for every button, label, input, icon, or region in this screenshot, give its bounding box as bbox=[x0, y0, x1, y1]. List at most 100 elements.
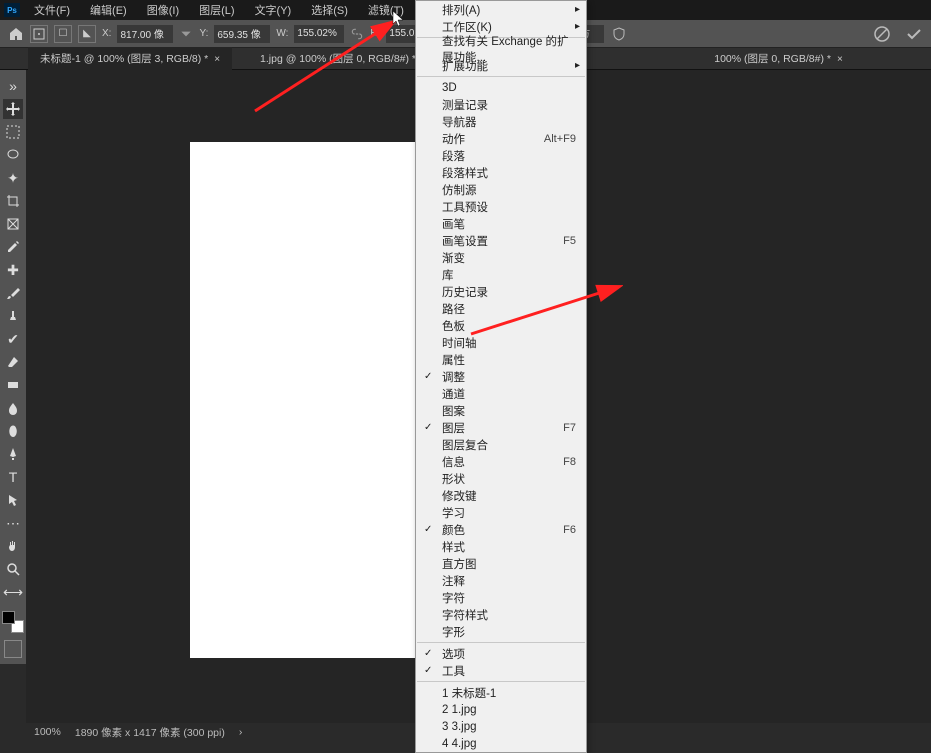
cancel-icon[interactable] bbox=[873, 25, 891, 43]
zoom-tool[interactable] bbox=[3, 559, 23, 579]
triangle-icon[interactable]: ◣ bbox=[78, 25, 96, 43]
menu-window-item[interactable]: 1 未标题-1 bbox=[416, 684, 586, 701]
brush-tool[interactable] bbox=[3, 283, 23, 303]
menu-options[interactable]: ✓选项 bbox=[416, 645, 586, 662]
menu-tools[interactable]: ✓工具 bbox=[416, 662, 586, 679]
text-tool[interactable]: T bbox=[3, 467, 23, 487]
doc-tab-2[interactable]: 1.jpg @ 100% (图层 0, RGB/8#) *× bbox=[248, 47, 440, 70]
color-swatches[interactable] bbox=[2, 611, 24, 633]
status-bar: 100% 1890 像素 x 1417 像素 (300 ppi) › bbox=[26, 723, 242, 741]
menu-item[interactable]: 属性 bbox=[416, 351, 586, 368]
quick-mask-icon[interactable] bbox=[4, 640, 22, 658]
expand-icon[interactable]: » bbox=[3, 76, 23, 96]
pen-tool[interactable] bbox=[3, 444, 23, 464]
menu-item[interactable]: 图层复合 bbox=[416, 436, 586, 453]
move-tool[interactable] bbox=[3, 99, 23, 119]
menu-item[interactable]: 测量记录 bbox=[416, 96, 586, 113]
menu-window-item[interactable]: 3 3.jpg bbox=[416, 718, 586, 735]
menu-window-item[interactable]: 4 4.jpg bbox=[416, 735, 586, 752]
y-label: Y: bbox=[199, 28, 208, 39]
zoom-level[interactable]: 100% bbox=[34, 726, 61, 738]
menu-select[interactable]: 选择(S) bbox=[301, 0, 358, 20]
menu-edit[interactable]: 编辑(E) bbox=[80, 0, 137, 20]
menu-arrange[interactable]: 排列(A) bbox=[416, 1, 586, 18]
menu-file[interactable]: 文件(F) bbox=[24, 0, 80, 20]
w-input[interactable] bbox=[294, 25, 344, 43]
menu-item[interactable]: 字符样式 bbox=[416, 606, 586, 623]
doc-tab-4[interactable]: 100% (图层 0, RGB/8#) *× bbox=[702, 47, 855, 70]
menu-item[interactable]: 仿制源 bbox=[416, 181, 586, 198]
crop-tool[interactable] bbox=[3, 191, 23, 211]
menu-item[interactable]: 时间轴 bbox=[416, 334, 586, 351]
menu-item[interactable]: 3D bbox=[416, 79, 586, 96]
lasso-tool[interactable] bbox=[3, 145, 23, 165]
menu-item[interactable]: 色板 bbox=[416, 317, 586, 334]
menu-item[interactable]: 字形 bbox=[416, 623, 586, 640]
x-input[interactable] bbox=[117, 25, 173, 43]
commit-icon[interactable] bbox=[905, 25, 923, 43]
menu-item[interactable]: 图案 bbox=[416, 402, 586, 419]
eyedropper-tool[interactable] bbox=[3, 237, 23, 257]
h-label: H: bbox=[370, 28, 380, 39]
menu-item[interactable]: ✓调整 bbox=[416, 368, 586, 385]
triangle-down-icon[interactable] bbox=[179, 27, 193, 41]
close-icon[interactable]: × bbox=[837, 54, 843, 65]
wand-tool[interactable]: ✦ bbox=[3, 168, 23, 188]
transform-ref-icon[interactable] bbox=[30, 25, 48, 43]
close-icon[interactable]: × bbox=[214, 54, 220, 65]
w-label: W: bbox=[276, 28, 288, 39]
menu-window-item[interactable]: 2 1.jpg bbox=[416, 701, 586, 718]
menu-item[interactable]: ✓图层F7 bbox=[416, 419, 586, 436]
home-icon[interactable] bbox=[8, 26, 24, 42]
blur-tool[interactable] bbox=[3, 398, 23, 418]
menu-image[interactable]: 图像(I) bbox=[137, 0, 189, 20]
ellipsis-icon[interactable]: ⋯ bbox=[3, 513, 23, 533]
crop-icon[interactable]: ☐ bbox=[54, 25, 72, 43]
eraser-tool[interactable] bbox=[3, 352, 23, 372]
y-input[interactable] bbox=[214, 25, 270, 43]
menu-item[interactable]: 修改键 bbox=[416, 487, 586, 504]
menu-item[interactable]: 画笔 bbox=[416, 215, 586, 232]
gradient-tool[interactable] bbox=[3, 375, 23, 395]
history-brush-tool[interactable]: ✔ bbox=[3, 329, 23, 349]
switch-screen-icon[interactable]: ⟷ bbox=[3, 582, 23, 602]
menu-item[interactable]: 信息F8 bbox=[416, 453, 586, 470]
menu-item[interactable]: 段落样式 bbox=[416, 164, 586, 181]
menu-item[interactable]: 形状 bbox=[416, 470, 586, 487]
app-logo: Ps bbox=[4, 3, 20, 17]
menu-item[interactable]: 学习 bbox=[416, 504, 586, 521]
menu-item[interactable]: 路径 bbox=[416, 300, 586, 317]
heal-tool[interactable]: ✚ bbox=[3, 260, 23, 280]
link-icon[interactable] bbox=[350, 27, 364, 41]
stamp-tool[interactable] bbox=[3, 306, 23, 326]
menu-filter[interactable]: 滤镜(T) bbox=[358, 0, 414, 20]
path-select-tool[interactable] bbox=[3, 490, 23, 510]
menu-item[interactable]: 段落 bbox=[416, 147, 586, 164]
menu-item[interactable]: 库 bbox=[416, 266, 586, 283]
menu-item[interactable]: ✓颜色F6 bbox=[416, 521, 586, 538]
hand-tool[interactable] bbox=[3, 536, 23, 556]
menu-item[interactable]: 渐变 bbox=[416, 249, 586, 266]
menu-item[interactable]: 历史记录 bbox=[416, 283, 586, 300]
menu-item[interactable]: 画笔设置F5 bbox=[416, 232, 586, 249]
menu-item[interactable]: 字符 bbox=[416, 589, 586, 606]
menu-item[interactable]: 通道 bbox=[416, 385, 586, 402]
menu-layer[interactable]: 图层(L) bbox=[189, 0, 244, 20]
menu-item[interactable]: 样式 bbox=[416, 538, 586, 555]
frame-tool[interactable] bbox=[3, 214, 23, 234]
menu-item[interactable]: 动作Alt+F9 bbox=[416, 130, 586, 147]
menu-item[interactable]: 直方图 bbox=[416, 555, 586, 572]
doc-tab-1[interactable]: 未标题-1 @ 100% (图层 3, RGB/8) *× bbox=[28, 47, 232, 70]
chevron-right-icon[interactable]: › bbox=[239, 726, 243, 738]
menu-exchange[interactable]: 查找有关 Exchange 的扩展功能... bbox=[416, 40, 586, 57]
dodge-tool[interactable]: ⬮ bbox=[3, 421, 23, 441]
menu-item[interactable]: 注释 bbox=[416, 572, 586, 589]
shield-icon[interactable] bbox=[610, 25, 628, 43]
menu-item[interactable]: 导航器 bbox=[416, 113, 586, 130]
marquee-tool[interactable] bbox=[3, 122, 23, 142]
menu-item[interactable]: 工具预设 bbox=[416, 198, 586, 215]
menu-extensions[interactable]: 扩展功能 bbox=[416, 57, 586, 74]
menu-type[interactable]: 文字(Y) bbox=[245, 0, 302, 20]
canvas[interactable] bbox=[190, 142, 430, 658]
doc-info: 1890 像素 x 1417 像素 (300 ppi) bbox=[75, 725, 225, 740]
